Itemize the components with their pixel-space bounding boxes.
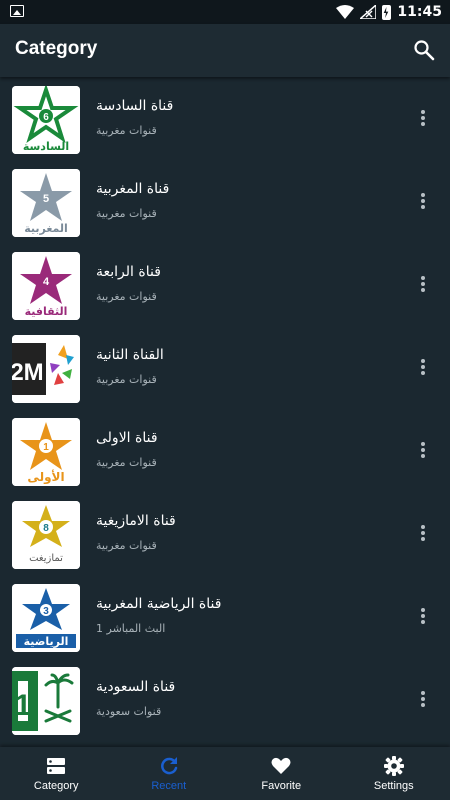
- svg-text:6: 6: [43, 112, 49, 123]
- channel-category: قنوات مغربية: [96, 124, 157, 137]
- svg-text:1: 1: [15, 689, 32, 722]
- gear-icon: [383, 756, 404, 776]
- more-vert-icon[interactable]: [414, 107, 432, 129]
- tab-label: Settings: [373, 780, 414, 792]
- list-item[interactable]: 1 قناة السعودية قنوات سعودية: [0, 658, 450, 740]
- more-vert-icon[interactable]: [414, 605, 432, 627]
- tab-settings[interactable]: Settings: [338, 747, 450, 800]
- channel-name: قناة الامازيغية: [96, 513, 176, 529]
- tab-label: Favorite: [261, 780, 302, 792]
- svg-text:1: 1: [43, 442, 49, 453]
- list-item[interactable]: 8 تمازيغت قناة الامازيغية قنوات مغربية: [0, 492, 450, 574]
- tab-category[interactable]: Category: [0, 747, 113, 800]
- channel-category: قنوات سعودية: [96, 705, 162, 718]
- tab-favorite[interactable]: Favorite: [225, 747, 338, 800]
- wifi-icon: [336, 5, 355, 19]
- more-vert-icon[interactable]: [414, 273, 432, 295]
- svg-text:2M: 2M: [12, 359, 44, 386]
- more-vert-icon[interactable]: [414, 190, 432, 212]
- tab-label: Recent: [151, 780, 187, 792]
- channel-category: قنوات مغربية: [96, 373, 157, 386]
- svg-text:الثقافية: الثقافية: [25, 305, 68, 318]
- channel-logo: 2M: [12, 335, 80, 403]
- heart-icon: [271, 757, 291, 774]
- bottom-navigation: Category Recent Favorite Settings: [0, 747, 450, 800]
- list-item[interactable]: 5 المغربية قناة المغربية قنوات مغربية: [0, 160, 450, 242]
- svg-text:الأولى: الأولى: [27, 469, 64, 485]
- more-vert-icon[interactable]: [414, 522, 432, 544]
- category-icon: [47, 758, 66, 774]
- channel-name: قناة الاولى: [96, 430, 158, 446]
- list-item[interactable]: 3 الرياضية قناة الرياضية المغربية البث ال…: [0, 575, 450, 657]
- channel-name: قناة السعودية: [96, 679, 176, 695]
- channel-logo: 8 تمازيغت: [12, 501, 80, 569]
- more-vert-icon[interactable]: [414, 356, 432, 378]
- more-vert-icon[interactable]: [414, 688, 432, 710]
- svg-text:8: 8: [43, 523, 49, 534]
- svg-text:3: 3: [43, 606, 49, 617]
- channel-name: قناة المغربية: [96, 181, 170, 197]
- svg-text:4: 4: [43, 276, 50, 288]
- channel-name: قناة الرابعة: [96, 264, 161, 280]
- tab-label: Category: [33, 780, 79, 792]
- status-bar: 11:45: [0, 0, 450, 24]
- battery-charging-icon: [382, 4, 392, 20]
- channel-logo: 5 المغربية: [12, 169, 80, 237]
- more-vert-icon[interactable]: [414, 439, 432, 461]
- status-time: 11:45: [397, 4, 442, 20]
- svg-text:5: 5: [43, 193, 49, 205]
- channel-list: 6 السادسة قناة السادسة قنوات مغربية 5 المغ…: [0, 77, 450, 747]
- channel-logo: 4 الثقافية: [12, 252, 80, 320]
- channel-logo: 1 الأولى: [12, 418, 80, 486]
- image-notification-icon: [10, 5, 24, 17]
- app-bar: Category: [0, 24, 450, 77]
- channel-category: قنوات مغربية: [96, 456, 157, 469]
- svg-text:تمازيغت: تمازيغت: [29, 553, 63, 564]
- refresh-icon: [160, 757, 177, 775]
- channel-category: قنوات مغربية: [96, 207, 157, 220]
- list-item[interactable]: 4 الثقافية قناة الرابعة قنوات مغربية: [0, 243, 450, 325]
- list-item[interactable]: 6 السادسة قناة السادسة قنوات مغربية: [0, 77, 450, 159]
- svg-text:الرياضية: الرياضية: [24, 635, 69, 648]
- channel-logo: 1: [12, 667, 80, 735]
- channel-category: قنوات مغربية: [96, 290, 157, 303]
- svg-text:السادسة: السادسة: [23, 140, 69, 153]
- channel-name: القناة الثانية: [96, 347, 164, 363]
- channel-name: قناة السادسة: [96, 98, 174, 114]
- channel-name: قناة الرياضية المغربية: [96, 596, 222, 612]
- channel-category: قنوات مغربية: [96, 539, 157, 552]
- search-icon[interactable]: [412, 38, 436, 62]
- svg-text:المغربية: المغربية: [24, 222, 68, 235]
- channel-logo: 6 السادسة: [12, 86, 80, 154]
- page-title: Category: [15, 38, 98, 59]
- list-item[interactable]: 1 الأولى قناة الاولى قنوات مغربية: [0, 409, 450, 491]
- no-signal-icon: [360, 5, 377, 19]
- tab-recent[interactable]: Recent: [113, 747, 226, 800]
- channel-logo: 3 الرياضية: [12, 584, 80, 652]
- list-item[interactable]: 2M القناة الثانية قنوات مغربية: [0, 326, 450, 408]
- channel-category: البث المباشر 1: [96, 622, 166, 635]
